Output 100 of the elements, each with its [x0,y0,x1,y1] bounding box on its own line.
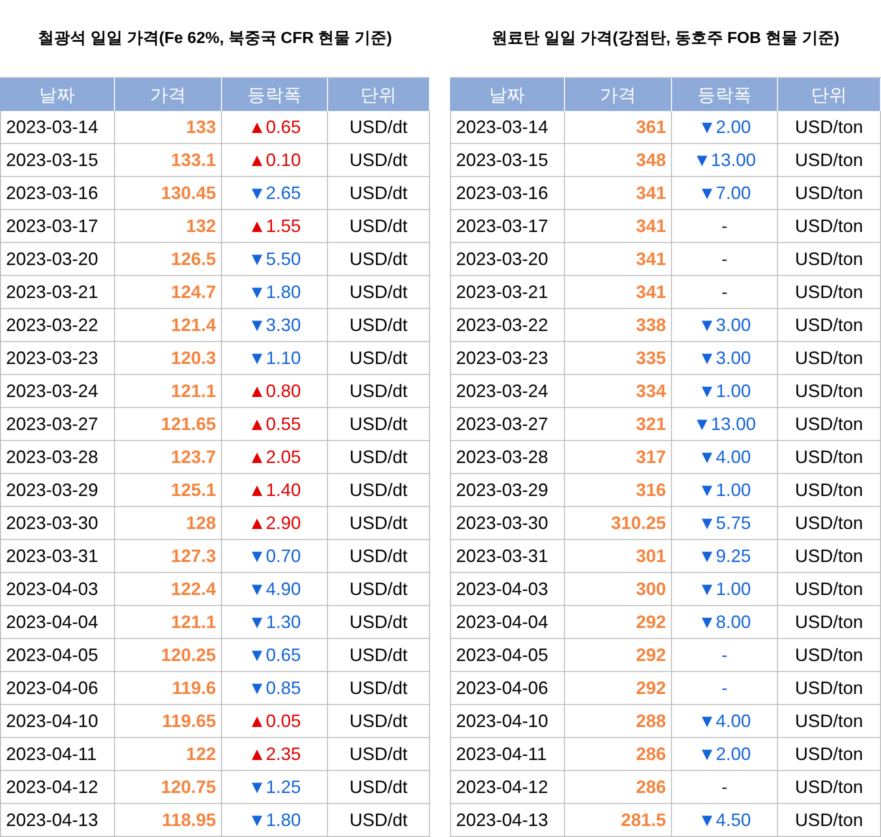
change-cell: - [672,771,778,804]
price-cell: 126.5 [115,243,222,276]
price-cell: 122 [115,738,222,771]
unit-cell: USD/dt [328,705,430,738]
price-cell: 121.1 [115,606,222,639]
change-cell: ▲0.10 [222,144,328,177]
date-cell: 2023-03-20 [450,243,565,276]
date-cell: 2023-04-04 [450,606,565,639]
unit-cell: USD/ton [778,639,881,672]
price-cell: 119.6 [115,672,222,705]
date-cell: 2023-03-23 [450,342,565,375]
date-cell: 2023-03-23 [0,342,115,375]
unit-cell: USD/ton [778,309,881,342]
column-header: 등락폭 [222,78,328,111]
change-cell: ▼4.50 [672,804,778,837]
unit-cell: USD/ton [778,210,881,243]
change-cell: ▲2.90 [222,507,328,540]
date-cell: 2023-03-24 [450,375,565,408]
date-cell: 2023-03-27 [0,408,115,441]
date-cell: 2023-03-17 [0,210,115,243]
change-cell: ▲1.40 [222,474,328,507]
change-cell: ▼13.00 [672,144,778,177]
change-cell: ▼2.00 [672,738,778,771]
unit-cell: USD/dt [328,309,430,342]
unit-cell: USD/ton [778,111,881,144]
price-cell: 121.4 [115,309,222,342]
price-cell: 121.65 [115,408,222,441]
unit-cell: USD/ton [778,672,881,705]
unit-cell: USD/ton [778,507,881,540]
date-cell: 2023-04-05 [0,639,115,672]
change-cell: ▼1.00 [672,573,778,606]
price-cell: 301 [565,540,672,573]
date-cell: 2023-03-29 [0,474,115,507]
change-cell: ▼0.85 [222,672,328,705]
date-cell: 2023-03-22 [450,309,565,342]
price-cell: 341 [565,276,672,309]
unit-cell: USD/dt [328,111,430,144]
price-cell: 133.1 [115,144,222,177]
price-cell: 124.7 [115,276,222,309]
unit-cell: USD/dt [328,210,430,243]
date-cell: 2023-04-04 [0,606,115,639]
price-cell: 341 [565,210,672,243]
price-cell: 122.4 [115,573,222,606]
price-cell: 118.95 [115,804,222,837]
unit-cell: USD/ton [778,474,881,507]
change-cell: - [672,243,778,276]
change-cell: ▼4.00 [672,705,778,738]
change-cell: ▼1.00 [672,375,778,408]
unit-cell: USD/dt [328,771,430,804]
change-cell: ▲0.05 [222,705,328,738]
unit-cell: USD/dt [328,144,430,177]
unit-cell: USD/dt [328,276,430,309]
price-cell: 120.3 [115,342,222,375]
price-cell: 127.3 [115,540,222,573]
change-cell: ▼4.90 [222,573,328,606]
date-cell: 2023-04-12 [450,771,565,804]
unit-cell: USD/dt [328,177,430,210]
change-cell: - [672,276,778,309]
unit-cell: USD/dt [328,441,430,474]
date-cell: 2023-03-27 [450,408,565,441]
date-cell: 2023-04-11 [450,738,565,771]
change-cell: ▼8.00 [672,606,778,639]
change-cell: ▼0.65 [222,639,328,672]
column-header: 가격 [565,78,672,111]
change-cell: - [672,672,778,705]
change-cell: ▼7.00 [672,177,778,210]
date-cell: 2023-03-28 [0,441,115,474]
date-cell: 2023-04-10 [0,705,115,738]
price-cell: 338 [565,309,672,342]
change-cell: ▲0.65 [222,111,328,144]
date-cell: 2023-04-03 [450,573,565,606]
price-cell: 286 [565,771,672,804]
unit-cell: USD/dt [328,375,430,408]
change-cell: ▼1.30 [222,606,328,639]
price-cell: 300 [565,573,672,606]
unit-cell: USD/ton [778,573,881,606]
unit-cell: USD/dt [328,804,430,837]
price-cell: 123.7 [115,441,222,474]
unit-cell: USD/ton [778,606,881,639]
date-cell: 2023-04-11 [0,738,115,771]
unit-cell: USD/dt [328,606,430,639]
unit-cell: USD/ton [778,705,881,738]
unit-cell: USD/dt [328,474,430,507]
price-cell: 334 [565,375,672,408]
price-cell: 292 [565,606,672,639]
unit-cell: USD/dt [328,672,430,705]
date-cell: 2023-03-31 [0,540,115,573]
date-cell: 2023-03-30 [0,507,115,540]
unit-cell: USD/ton [778,771,881,804]
change-cell: ▼1.25 [222,771,328,804]
price-cell: 292 [565,672,672,705]
change-cell: ▲2.35 [222,738,328,771]
price-cell: 361 [565,111,672,144]
change-cell: - [672,639,778,672]
column-header: 등락폭 [672,78,778,111]
date-cell: 2023-04-05 [450,639,565,672]
date-cell: 2023-04-10 [450,705,565,738]
unit-cell: USD/dt [328,342,430,375]
unit-cell: USD/dt [328,243,430,276]
column-header: 단위 [328,78,430,111]
